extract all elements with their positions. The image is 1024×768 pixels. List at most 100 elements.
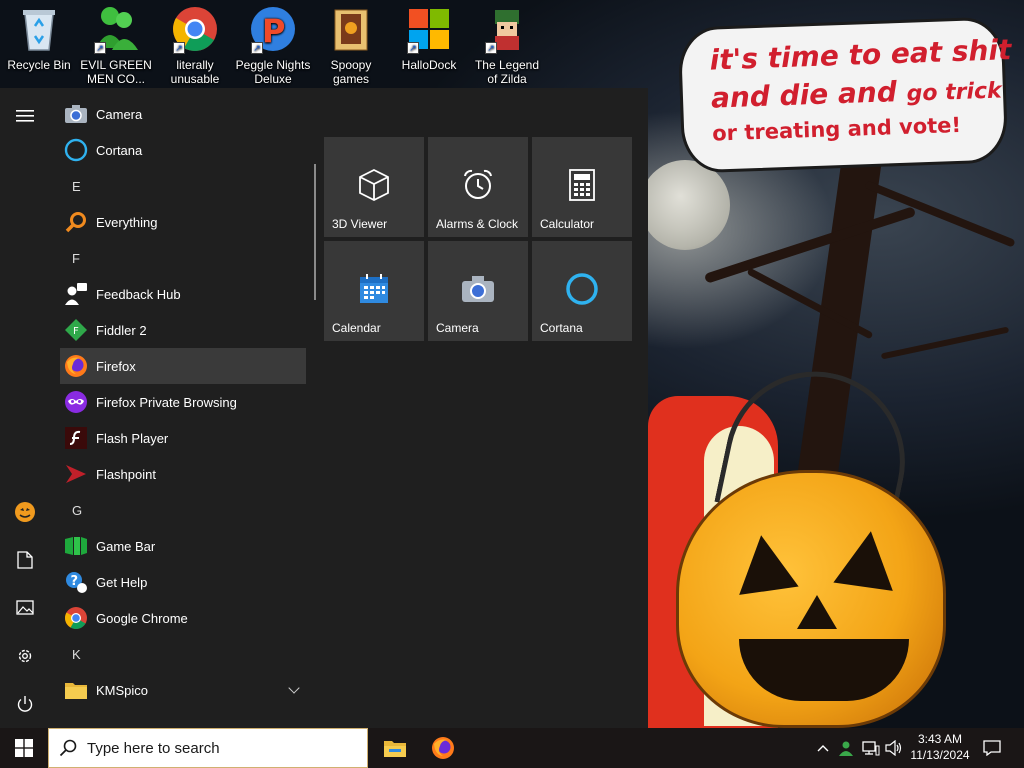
settings-button[interactable]: [0, 632, 50, 680]
clock-date: 11/13/2024: [910, 748, 970, 762]
tray-volume-button[interactable]: [884, 728, 904, 768]
app-item-game-bar[interactable]: Game Bar: [60, 528, 306, 564]
search-icon: [59, 739, 77, 757]
app-item-label: Flashpoint: [96, 466, 156, 482]
group-letter-e[interactable]: E: [72, 168, 112, 204]
app-item-fiddler-2[interactable]: F Fiddler 2: [60, 312, 306, 348]
cortana-icon: [564, 271, 600, 307]
shortcut-arrow-icon: ↗: [173, 42, 185, 54]
taskbar-file-explorer[interactable]: [371, 728, 419, 768]
desktop-icon-evil-green-men[interactable]: ↗ EVIL GREEN MEN CO...: [78, 4, 154, 86]
tile-label: Alarms & Clock: [436, 217, 519, 231]
chrome-icon: [63, 605, 89, 631]
app-item-label: Everything: [96, 214, 158, 230]
app-item-label: Firefox: [96, 358, 136, 374]
tree-branch: [703, 206, 917, 284]
alarm-clock-icon: [460, 167, 496, 203]
tile-calculator[interactable]: Calculator: [532, 137, 632, 237]
pictures-button[interactable]: [0, 584, 50, 632]
flash-player-icon: [63, 425, 89, 451]
chrome-icon: ↗: [171, 4, 219, 54]
tile-alarms-clock[interactable]: Alarms & Clock: [428, 137, 528, 237]
desktop-icon-hallodock[interactable]: ↗ HalloDock: [391, 4, 467, 72]
desktop-icon-label: literally unusable: [170, 58, 220, 86]
app-item-google-chrome[interactable]: Google Chrome: [60, 600, 306, 636]
calculator-icon: [564, 167, 600, 203]
app-item-label: Google Chrome: [96, 610, 188, 626]
firefox-private-icon: [63, 389, 89, 415]
app-item-camera[interactable]: Camera: [60, 96, 306, 132]
svg-text:P: P: [262, 12, 285, 50]
chevron-down-icon[interactable]: [288, 682, 300, 694]
feedback-hub-icon: [63, 281, 89, 307]
all-apps-list: Camera Cortana E Everything F Feedback H…: [60, 96, 306, 728]
network-icon: [862, 741, 880, 756]
app-item-cortana[interactable]: Cortana: [60, 132, 306, 168]
app-item-get-help[interactable]: ? Get Help: [60, 564, 306, 600]
windows-start-icon: [15, 739, 33, 757]
notification-icon: [983, 740, 1001, 756]
user-account-button[interactable]: [0, 488, 50, 536]
tile-cortana[interactable]: Cortana: [532, 241, 632, 341]
app-item-everything[interactable]: Everything: [60, 204, 306, 240]
pictures-icon: [16, 600, 34, 615]
calendar-icon: [356, 271, 392, 307]
power-button[interactable]: [0, 680, 50, 728]
taskbar-search-box[interactable]: Type here to search: [48, 728, 368, 768]
shortcut-arrow-icon: ↗: [485, 42, 497, 54]
tile-calendar[interactable]: Calendar: [324, 241, 424, 341]
flashpoint-icon: [63, 461, 89, 487]
desktop-icon-recycle-bin[interactable]: Recycle Bin: [1, 4, 77, 72]
desktop-icon-literally-unusable[interactable]: ↗ literally unusable: [157, 4, 233, 86]
get-help-icon: ?: [63, 569, 89, 595]
desktop-icon-legend-of-zilda[interactable]: ↗ The Legend of Zilda: [469, 4, 545, 86]
pumpkin-eye-right: [833, 527, 901, 591]
tray-network-button[interactable]: [860, 728, 882, 768]
tree-branch: [880, 326, 1010, 360]
group-letter-f[interactable]: F: [72, 240, 112, 276]
bubble-text-line2a: and die and: [710, 75, 898, 115]
search-magnifier-icon: [63, 209, 89, 235]
expand-menu-button[interactable]: [0, 92, 50, 140]
firefox-icon: [432, 737, 454, 759]
start-button[interactable]: [0, 728, 48, 768]
app-item-label: Cortana: [96, 142, 143, 158]
shortcut-arrow-icon: ↗: [94, 42, 106, 54]
search-placeholder: Type here to search: [87, 739, 220, 757]
desktop-icon-peggle[interactable]: P ↗ Peggle Nights Deluxe: [235, 4, 311, 86]
app-item-label: Fiddler 2: [96, 322, 147, 338]
taskbar-firefox[interactable]: [419, 728, 467, 768]
people-icon: [839, 741, 853, 756]
moon: [640, 160, 730, 250]
folder-icon: [327, 4, 375, 54]
pumpkin-eye-left: [731, 531, 799, 595]
tile-camera[interactable]: Camera: [428, 241, 528, 341]
taskbar-clock[interactable]: 3:43 AM 11/13/2024: [904, 731, 976, 763]
group-letter-k[interactable]: K: [72, 636, 112, 672]
app-item-label: Firefox Private Browsing: [96, 394, 237, 410]
volume-icon: [885, 740, 902, 756]
app-item-label: Camera: [96, 106, 143, 122]
desktop-icon-label: Recycle Bin: [7, 58, 71, 72]
app-item-label: Flash Player: [96, 430, 169, 446]
tile-3d-viewer[interactable]: 3D Viewer: [324, 137, 424, 237]
app-item-flashpoint[interactable]: Flashpoint: [60, 456, 306, 492]
desktop-icon-spoopy-games[interactable]: Spoopy games: [313, 4, 389, 86]
app-item-firefox-private[interactable]: Firefox Private Browsing: [60, 384, 306, 420]
app-list-scrollbar[interactable]: [314, 164, 316, 300]
app-item-feedback-hub[interactable]: Feedback Hub: [60, 276, 306, 312]
app-item-kmspico-folder[interactable]: KMSpico: [60, 672, 306, 708]
app-item-firefox[interactable]: Firefox: [60, 348, 306, 384]
tile-label: Camera: [436, 321, 479, 335]
folder-icon: [63, 677, 89, 703]
desktop-icons: Recycle Bin ↗ EVIL GREEN MEN CO... ↗ lit…: [0, 0, 560, 90]
show-hidden-icons-button[interactable]: [812, 728, 834, 768]
pumpkin-mouth: [739, 639, 909, 701]
action-center-button[interactable]: [978, 728, 1006, 768]
app-item-label: Get Help: [96, 574, 148, 590]
svg-text:?: ?: [71, 574, 79, 589]
app-item-flash-player[interactable]: Flash Player: [60, 420, 306, 456]
documents-button[interactable]: [0, 536, 50, 584]
group-letter-g[interactable]: G: [72, 492, 112, 528]
tray-people-button[interactable]: [836, 728, 856, 768]
